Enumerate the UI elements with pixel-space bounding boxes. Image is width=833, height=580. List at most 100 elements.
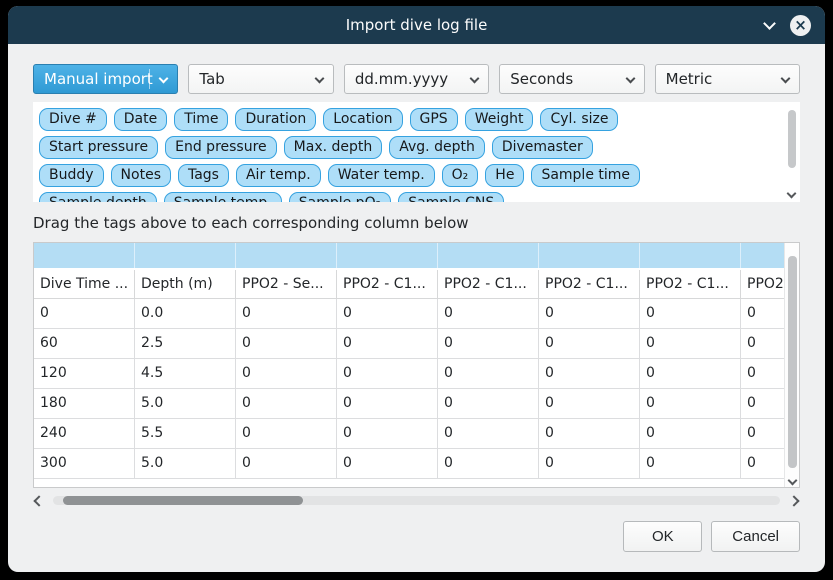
tag-sample-time[interactable]: Sample time bbox=[531, 164, 640, 187]
table-row: 3005.0000000 bbox=[34, 449, 784, 479]
table-row: 00.0000000 bbox=[34, 299, 784, 329]
field-separator-select[interactable]: Tab bbox=[188, 64, 333, 94]
table-cell: 5.0 bbox=[135, 389, 236, 418]
table-cell: 180 bbox=[34, 389, 135, 418]
date-format-select[interactable]: dd.mm.yyyy bbox=[344, 64, 489, 94]
table-cell: 0 bbox=[34, 299, 135, 328]
tag-notes[interactable]: Notes bbox=[111, 164, 171, 187]
table-cell: 0 bbox=[741, 359, 784, 388]
tag-air-temp[interactable]: Air temp. bbox=[236, 164, 321, 187]
table-cell: 0 bbox=[337, 359, 438, 388]
tag-divemaster[interactable]: Divemaster bbox=[492, 136, 593, 159]
chevron-down-icon[interactable] bbox=[788, 476, 798, 486]
tag-duration[interactable]: Duration bbox=[235, 108, 316, 131]
chevron-down-icon bbox=[625, 74, 635, 84]
drop-target-cell[interactable] bbox=[640, 243, 741, 268]
table-cell: 0 bbox=[539, 419, 640, 448]
table-cell: 2.5 bbox=[135, 329, 236, 358]
chevron-down-icon[interactable] bbox=[787, 189, 797, 199]
close-button[interactable]: × bbox=[790, 15, 811, 36]
table-cell: 0 bbox=[640, 449, 741, 478]
scrollbar-thumb[interactable] bbox=[788, 256, 797, 468]
tag-tags[interactable]: Tags bbox=[178, 164, 229, 187]
tag-gps[interactable]: GPS bbox=[410, 108, 458, 131]
chevron-down-icon[interactable] bbox=[763, 17, 776, 30]
drop-target-cell[interactable] bbox=[236, 243, 337, 268]
chevron-right-icon[interactable] bbox=[788, 495, 799, 506]
import-mode-select[interactable]: Manual import bbox=[33, 64, 178, 94]
tag-max-depth[interactable]: Max. depth bbox=[284, 136, 383, 159]
drop-target-cell[interactable] bbox=[438, 243, 539, 268]
drop-target-cell[interactable] bbox=[741, 243, 784, 268]
drop-target-cell[interactable] bbox=[135, 243, 236, 268]
table-vertical-scrollbar[interactable] bbox=[784, 243, 799, 487]
drop-target-cell[interactable] bbox=[539, 243, 640, 268]
chevron-down-icon bbox=[781, 74, 791, 84]
tag-sample-temp[interactable]: Sample temp. bbox=[164, 192, 282, 202]
tag-sample-depth[interactable]: Sample depth bbox=[39, 192, 157, 202]
tag-row: Start pressure End pressure Max. depth Avg.… bbox=[39, 136, 778, 159]
tag-sample-cns[interactable]: Sample CNS bbox=[398, 192, 504, 202]
table-cell: 0 bbox=[640, 419, 741, 448]
table-cell: 0 bbox=[741, 419, 784, 448]
table-viewport: Dive Time ...Depth (m)PPO2 - Se...PPO2 -… bbox=[34, 243, 784, 487]
column-mapping-table: Dive Time ...Depth (m)PPO2 - Se...PPO2 -… bbox=[33, 242, 800, 488]
field-separator-value: Tab bbox=[199, 70, 224, 88]
tag-cyl-size[interactable]: Cyl. size bbox=[540, 108, 618, 131]
ok-button[interactable]: OK bbox=[623, 521, 702, 552]
titlebar-buttons: × bbox=[765, 6, 811, 44]
table-cell: 5.5 bbox=[135, 419, 236, 448]
tag-water-temp[interactable]: Water temp. bbox=[328, 164, 435, 187]
column-header-cell[interactable]: PPO2 - C1... bbox=[337, 270, 438, 298]
table-cell: 0 bbox=[438, 299, 539, 328]
time-format-select[interactable]: Seconds bbox=[499, 64, 644, 94]
tag-he[interactable]: He bbox=[485, 164, 524, 187]
tag-weight[interactable]: Weight bbox=[465, 108, 534, 131]
units-select[interactable]: Metric bbox=[655, 64, 800, 94]
close-icon: × bbox=[794, 18, 807, 33]
table-row: 2405.5000000 bbox=[34, 419, 784, 449]
table-cell: 5.0 bbox=[135, 449, 236, 478]
column-header-cell[interactable]: Depth (m) bbox=[135, 270, 236, 298]
column-header-cell[interactable]: PPO2 - Se... bbox=[236, 270, 337, 298]
scrollbar-thumb[interactable] bbox=[788, 110, 796, 168]
table-cell: 0 bbox=[337, 449, 438, 478]
tag-date[interactable]: Date bbox=[114, 108, 167, 131]
scrollbar-thumb[interactable] bbox=[63, 496, 303, 505]
tag-buddy[interactable]: Buddy bbox=[39, 164, 104, 187]
tag-avg-depth[interactable]: Avg. depth bbox=[389, 136, 485, 159]
table-cell: 0 bbox=[539, 389, 640, 418]
chevron-left-icon[interactable] bbox=[33, 495, 44, 506]
table-row: 1805.0000000 bbox=[34, 389, 784, 419]
cancel-button[interactable]: Cancel bbox=[711, 521, 800, 552]
tag-pool-scrollbar[interactable] bbox=[785, 104, 799, 200]
horizontal-scrollbar-track[interactable] bbox=[53, 496, 780, 505]
dialog-content: Manual import Tab dd.mm.yyyy Seconds Met… bbox=[8, 44, 825, 572]
tag-location[interactable]: Location bbox=[323, 108, 402, 131]
column-header-cell[interactable]: Dive Time ... bbox=[34, 270, 135, 298]
tag-end-pressure[interactable]: End pressure bbox=[165, 136, 277, 159]
table-cell: 0 bbox=[640, 329, 741, 358]
titlebar: Import dive log file × bbox=[8, 6, 825, 44]
table-cell: 0 bbox=[337, 299, 438, 328]
drop-target-cell[interactable] bbox=[337, 243, 438, 268]
tag-sample-po[interactable]: Sample pO₂ bbox=[289, 192, 391, 202]
tag-o[interactable]: O₂ bbox=[442, 164, 479, 187]
column-header-cell[interactable]: PPO2 - C1... bbox=[741, 270, 784, 298]
column-header-cell[interactable]: PPO2 - C1... bbox=[640, 270, 741, 298]
table-cell: 0 bbox=[236, 419, 337, 448]
drop-target-cell[interactable] bbox=[34, 243, 135, 268]
tag-pool-rows: Dive # Date Time Duration Location GPS Weight C… bbox=[33, 102, 800, 202]
tag-dive[interactable]: Dive # bbox=[39, 108, 107, 131]
column-header-cell[interactable]: PPO2 - C1... bbox=[438, 270, 539, 298]
table-cell: 0 bbox=[438, 329, 539, 358]
table-cell: 0 bbox=[741, 389, 784, 418]
table-cell: 0 bbox=[236, 299, 337, 328]
table-cell: 0 bbox=[741, 449, 784, 478]
tag-start-pressure[interactable]: Start pressure bbox=[39, 136, 158, 159]
tag-row: Buddy Notes Tags Air temp. Water temp. O₂ He Sa… bbox=[39, 164, 778, 187]
tag-time[interactable]: Time bbox=[174, 108, 228, 131]
table-cell: 0.0 bbox=[135, 299, 236, 328]
table-cell: 0 bbox=[741, 329, 784, 358]
column-header-cell[interactable]: PPO2 - C1... bbox=[539, 270, 640, 298]
